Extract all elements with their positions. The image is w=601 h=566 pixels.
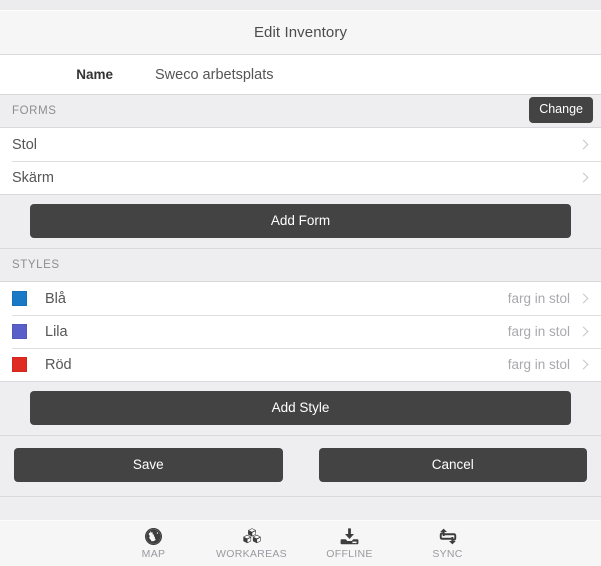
forms-section-header: FORMS Change — [0, 95, 601, 128]
name-field-label: Name — [76, 67, 113, 82]
change-button[interactable]: Change — [529, 97, 593, 123]
tab-label: WORKAREAS — [216, 548, 287, 560]
styles-section-header: STYLES — [0, 249, 601, 282]
color-swatch — [12, 357, 27, 372]
style-item-note: farg in stol — [507, 291, 570, 306]
tab-label: OFFLINE — [326, 548, 373, 560]
navigation-bar: Edit Inventory — [0, 10, 601, 55]
color-swatch — [12, 324, 27, 339]
tab-sync[interactable]: SYNC — [409, 527, 487, 560]
add-form-band: Add Form — [0, 195, 601, 249]
styles-list: Blå farg in stol Lila farg in stol Röd f… — [0, 282, 601, 382]
style-item-label: Blå — [45, 290, 66, 307]
page-title: Edit Inventory — [253, 24, 348, 41]
tab-workareas[interactable]: WORKAREAS — [213, 527, 291, 560]
name-row[interactable]: Name Sweco arbetsplats — [0, 55, 601, 94]
color-swatch — [12, 291, 27, 306]
scroll-content: Name Sweco arbetsplats FORMS Change Stol… — [0, 55, 601, 520]
save-button[interactable]: Save — [14, 448, 283, 482]
style-item-label: Lila — [45, 323, 68, 340]
list-item[interactable]: Röd farg in stol — [0, 348, 601, 381]
tab-offline[interactable]: OFFLINE — [311, 527, 389, 560]
tab-label: SYNC — [432, 548, 463, 560]
name-field-value[interactable]: Sweco arbetsplats — [155, 67, 273, 83]
chevron-right-icon — [580, 292, 589, 306]
download-icon — [340, 527, 359, 546]
sync-icon — [439, 527, 457, 546]
chevron-right-icon — [580, 171, 589, 185]
add-style-button[interactable]: Add Style — [30, 391, 571, 425]
style-item-note: farg in stol — [507, 357, 570, 372]
style-item-note: farg in stol — [507, 324, 570, 339]
list-item[interactable]: Blå farg in stol — [0, 282, 601, 315]
form-actions: Save Cancel — [0, 436, 601, 497]
list-item[interactable]: Lila farg in stol — [0, 315, 601, 348]
tab-map[interactable]: MAP — [115, 527, 193, 560]
list-item[interactable]: Stol — [0, 128, 601, 161]
forms-section-title: FORMS — [12, 105, 57, 117]
chevron-right-icon — [580, 358, 589, 372]
tab-bar: MAP WORKAREAS OFFLINE SYNC — [0, 520, 601, 566]
globe-icon — [145, 527, 162, 546]
chevron-right-icon — [580, 138, 589, 152]
add-form-button[interactable]: Add Form — [30, 204, 571, 238]
chevron-right-icon — [580, 325, 589, 339]
name-block: Name Sweco arbetsplats — [0, 55, 601, 95]
edit-inventory-screen: Edit Inventory Name Sweco arbetsplats FO… — [0, 0, 601, 566]
list-item[interactable]: Skärm — [0, 161, 601, 194]
add-style-band: Add Style — [0, 382, 601, 436]
cubes-icon — [242, 527, 262, 546]
forms-list: Stol Skärm — [0, 128, 601, 195]
status-strip — [0, 0, 601, 10]
styles-section-title: STYLES — [12, 259, 60, 271]
cancel-button[interactable]: Cancel — [318, 448, 587, 482]
style-item-label: Röd — [45, 356, 72, 373]
form-item-label: Skärm — [12, 169, 54, 186]
form-item-label: Stol — [12, 136, 37, 153]
tab-label: MAP — [141, 548, 166, 560]
